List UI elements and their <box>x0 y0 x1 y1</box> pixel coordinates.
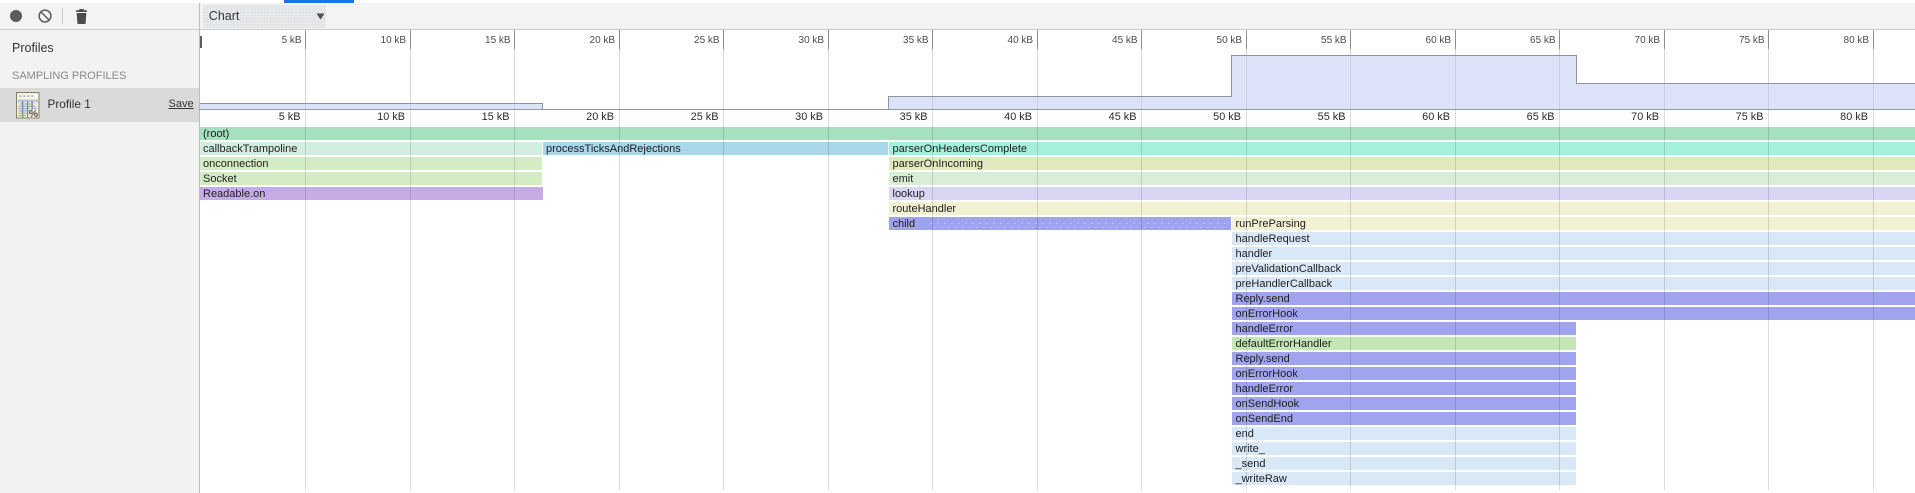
svg-text:%: % <box>29 108 39 119</box>
